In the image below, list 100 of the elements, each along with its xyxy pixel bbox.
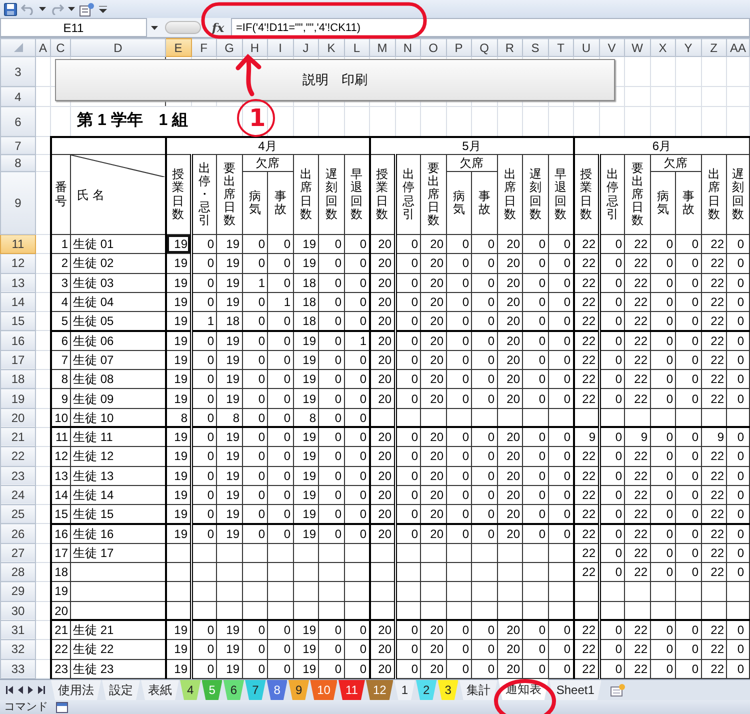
column-header[interactable]: G [216,38,242,56]
table-cell: 22 [574,370,599,389]
sheet-tab[interactable]: 7 [245,680,266,700]
table-cell: 19 [166,504,191,524]
table-cell: 20 [497,388,522,408]
column-header[interactable]: AA [726,38,750,56]
row-header[interactable]: 7 [0,136,36,154]
column-header[interactable]: K [318,38,344,56]
column-header[interactable]: T [548,38,574,56]
row-header[interactable]: 16 [0,330,36,350]
sheet-tab[interactable]: 4 [180,680,201,700]
previous-sheet-icon[interactable] [18,686,23,694]
caret-icon[interactable] [68,7,75,11]
column-header[interactable]: X [650,38,676,56]
macro-button[interactable]: 説明 印刷 [55,59,615,101]
column-header[interactable]: S [522,38,548,56]
table-cell: 20 [420,446,446,466]
sheet-tab[interactable]: 12 [366,680,394,700]
row-header[interactable]: 9 [0,172,36,234]
row-header[interactable]: 30 [0,601,36,620]
row-header[interactable]: 19 [0,388,36,408]
row-header[interactable]: 27 [0,543,36,563]
column-header[interactable]: V [599,38,624,56]
table-cell: 0 [268,504,293,524]
row-header[interactable]: 29 [0,582,36,602]
sheet-tab[interactable]: 集計 [459,680,498,700]
table-cell: 22 [701,562,726,582]
insert-function-button[interactable]: fx [205,18,231,37]
column-header[interactable]: U [574,38,599,56]
sheet-tab[interactable]: 3 [438,680,458,700]
table-cell: 0 [599,254,624,274]
row-header[interactable]: 17 [0,350,36,370]
sheet-tab[interactable]: 11 [338,680,365,700]
table-cell: 0 [522,466,548,486]
row-header[interactable]: 4 [0,86,36,106]
row-header[interactable]: 11 [0,234,36,254]
row-header[interactable]: 26 [0,524,36,544]
sheet-tab[interactable]: 使用法 [51,680,101,700]
row-header[interactable]: 14 [0,292,36,312]
sheet-icon[interactable] [56,702,68,712]
customize-icon[interactable] [99,6,107,12]
row-header[interactable]: 13 [0,273,36,292]
sheet-tab[interactable]: 表紙 [141,680,179,700]
sheet-tab[interactable]: 設定 [102,680,140,700]
sheet-tab[interactable]: 1 [394,680,415,700]
form-icon[interactable] [79,2,95,16]
column-header[interactable]: W [624,38,650,56]
row-header[interactable]: 25 [0,504,36,524]
column-header[interactable]: O [420,38,446,56]
row-header[interactable]: 31 [0,620,36,640]
column-header[interactable]: Y [676,38,701,56]
row-header[interactable]: 24 [0,485,36,505]
table-cell: 0 [726,312,750,331]
row-header[interactable]: 32 [0,640,36,660]
row-header[interactable]: 12 [0,254,36,274]
column-header[interactable]: Z [701,38,726,56]
column-header[interactable]: A [36,38,50,56]
caret-icon[interactable] [39,7,46,11]
column-header[interactable]: J [293,38,318,56]
formula-field[interactable]: =IF('4'!D11="","",'4'!CK11) [231,18,750,37]
row-header[interactable]: 18 [0,370,36,389]
row-header[interactable]: 3 [0,56,36,86]
row-header[interactable]: 33 [0,659,36,678]
table-cell: 0 [522,524,548,544]
row-header[interactable]: 20 [0,408,36,428]
row-header[interactable]: 8 [0,154,36,172]
last-sheet-icon[interactable] [38,686,45,694]
annotation-circle [237,99,275,137]
table-cell: 0 [191,254,216,274]
table-cell: 20 [50,601,70,620]
row-header[interactable]: 28 [0,562,36,582]
column-header[interactable]: D [70,38,166,56]
row-header[interactable]: 15 [0,312,36,331]
table-cell: 0 [676,427,701,447]
column-header[interactable]: M [370,38,395,56]
next-sheet-icon[interactable] [28,686,33,694]
row-header[interactable]: 22 [0,446,36,466]
row-header[interactable]: 21 [0,427,36,447]
first-sheet-icon[interactable] [6,686,13,694]
sheet-tab[interactable]: 9 [288,680,310,700]
column-header[interactable]: C [50,38,70,56]
column-header[interactable]: E [166,38,191,56]
column-header[interactable]: L [344,38,370,56]
caret-icon[interactable] [150,26,158,30]
column-header[interactable]: P [446,38,472,56]
sheet-tab[interactable]: Sheet1 [549,680,602,700]
row-header[interactable]: 23 [0,466,36,486]
row-header[interactable]: 6 [0,106,36,136]
column-header[interactable]: R [497,38,522,56]
column-header[interactable]: N [395,38,420,56]
column-header[interactable]: I [268,38,293,56]
sheet-tab[interactable]: 2 [416,680,437,700]
sheet-tab[interactable]: 6 [223,680,244,700]
resize-handle[interactable] [165,21,201,34]
column-header[interactable]: F [191,38,216,56]
name-box[interactable]: E11 [0,18,147,37]
save-icon[interactable] [4,2,17,16]
insert-sheet-icon[interactable] [610,684,626,696]
column-header[interactable]: Q [472,38,497,56]
sheet-tab[interactable]: 8 [266,680,288,700]
